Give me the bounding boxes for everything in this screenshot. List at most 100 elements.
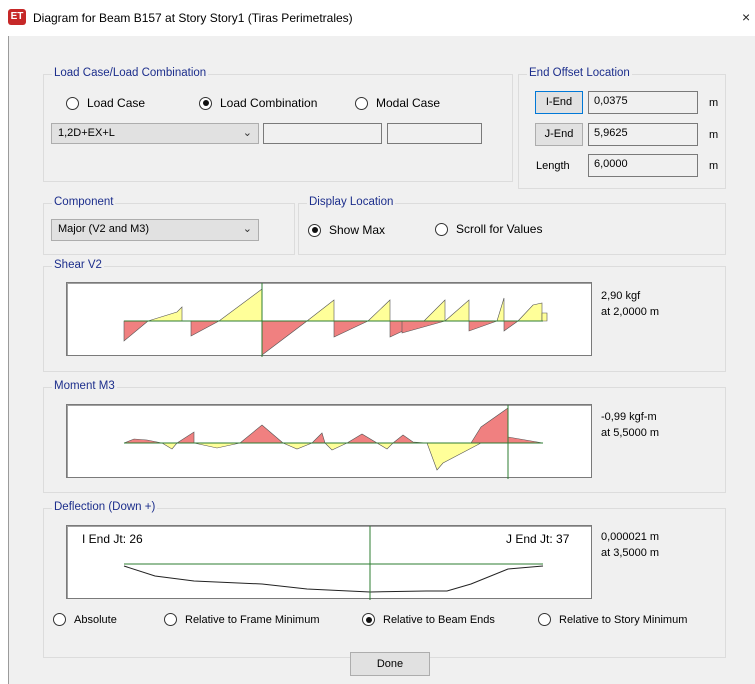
load-case-group-label: Load Case/Load Combination — [52, 67, 209, 79]
deflection-max-location: at 3,5000 m — [601, 547, 660, 559]
moment-negative-region — [345, 433, 379, 444]
shear-positive-region — [147, 306, 183, 322]
deflection-label: Deflection (Down +) — [52, 501, 158, 513]
moment-negative-region — [123, 438, 163, 444]
component-value: Major (V2 and M3) — [58, 223, 150, 235]
etabs-app-icon: ET — [8, 9, 26, 25]
shear-negative-region — [333, 320, 369, 338]
load-combination-value: 1,2D+EX+L — [58, 127, 115, 139]
j-end-value: 5,9625 — [588, 123, 698, 146]
load-combination-select[interactable]: 1,2D+EX+L ⌄ — [51, 123, 259, 144]
shear-diagram-svg — [123, 283, 548, 357]
moment-negative-region — [311, 432, 326, 444]
dialog-body: Load Case/Load Combination Load Case Loa… — [8, 36, 755, 684]
deflection-j-end-joint: J End Jt: 37 — [506, 532, 570, 546]
shear-positive-region — [541, 312, 548, 322]
radio-modal-case-label: Modal Case — [376, 96, 441, 110]
radio-show-max-label: Show Max — [329, 223, 386, 237]
radio-modal-case-indicator — [355, 96, 368, 110]
shear-negative-region — [123, 320, 149, 342]
moment-negative-region — [392, 434, 428, 444]
component-select[interactable]: Major (V2 and M3) ⌄ — [51, 219, 259, 241]
window-title: Diagram for Beam B157 at Story Story1 (T… — [33, 11, 353, 25]
radio-scroll-for-values[interactable]: Scroll for Values — [435, 222, 542, 236]
radio-relative-beam-ends-indicator — [362, 613, 375, 626]
j-end-button[interactable]: J-End — [535, 123, 583, 146]
moment-m3-label: Moment M3 — [52, 380, 117, 392]
done-button[interactable]: Done — [350, 652, 430, 676]
radio-relative-beam-ends[interactable]: Relative to Beam Ends — [362, 613, 495, 626]
radio-relative-frame-minimum-indicator — [164, 613, 177, 626]
radio-load-combination[interactable]: Load Combination — [199, 96, 317, 110]
i-end-button[interactable]: I-End — [535, 91, 583, 114]
shear-negative-region — [468, 320, 498, 332]
moment-positive-region — [282, 442, 313, 450]
shear-negative-region — [261, 320, 308, 356]
deflection-i-end-joint: I End Jt: 26 — [82, 532, 143, 546]
radio-relative-frame-minimum-label: Relative to Frame Minimum — [185, 613, 320, 626]
shear-max-location: at 2,0000 m — [601, 306, 660, 318]
shear-positive-region — [496, 297, 505, 322]
title-bar: ET Diagram for Beam B157 at Story Story1… — [0, 0, 755, 36]
shear-positive-region — [218, 288, 263, 322]
moment-negative-region — [470, 407, 544, 444]
end-offset-group-label: End Offset Location — [527, 67, 632, 79]
moment-negative-region — [175, 431, 195, 444]
radio-relative-story-minimum[interactable]: Relative to Story Minimum — [538, 613, 687, 626]
display-location-group-label: Display Location — [307, 196, 396, 208]
shear-negative-region — [401, 320, 446, 334]
radio-absolute[interactable]: Absolute — [53, 613, 117, 626]
shear-positive-region — [423, 299, 446, 322]
radio-absolute-label: Absolute — [74, 613, 117, 626]
deflection-diagram: I End Jt: 26 J End Jt: 37 — [66, 525, 592, 600]
radio-load-combination-indicator — [199, 96, 212, 110]
radio-relative-story-minimum-label: Relative to Story Minimum — [559, 613, 688, 626]
shear-positive-region — [444, 299, 470, 322]
shear-positive-region — [367, 299, 391, 322]
shear-v2-label: Shear V2 — [52, 259, 104, 271]
shear-max-value: 2,90 kgf — [601, 290, 641, 302]
i-end-value: 0,0375 — [588, 91, 698, 114]
moment-diagram — [66, 404, 592, 479]
radio-relative-story-minimum-indicator — [538, 613, 551, 626]
moment-positive-region — [160, 442, 178, 450]
radio-modal-case[interactable]: Modal Case — [355, 96, 440, 110]
shear-negative-region — [190, 320, 220, 337]
j-end-unit: m — [709, 129, 719, 141]
shear-positive-region — [517, 302, 543, 322]
radio-relative-beam-ends-label: Relative to Beam Ends — [383, 613, 495, 626]
chevron-down-icon: ⌄ — [242, 223, 252, 235]
radio-show-max-indicator — [308, 223, 321, 237]
length-label: Length — [536, 160, 570, 172]
deflection-line — [123, 565, 544, 593]
component-group-label: Component — [52, 196, 116, 208]
moment-positive-region — [193, 442, 241, 449]
length-unit: m — [709, 160, 719, 172]
shear-negative-region — [503, 320, 519, 332]
moment-max-location: at 5,5000 m — [601, 427, 660, 439]
radio-load-case[interactable]: Load Case — [66, 96, 145, 110]
moment-diagram-svg — [123, 405, 544, 479]
moment-max-value: -0,99 kgf-m — [601, 411, 657, 423]
radio-show-max[interactable]: Show Max — [308, 223, 385, 237]
moment-negative-region — [239, 424, 284, 444]
radio-load-case-indicator — [66, 96, 79, 110]
shear-diagram — [66, 282, 592, 357]
moment-positive-region — [324, 442, 348, 451]
chevron-down-icon: ⌄ — [242, 127, 252, 139]
shear-positive-region — [306, 299, 335, 322]
secondary-field-1 — [263, 123, 382, 144]
radio-absolute-indicator — [53, 613, 66, 626]
secondary-field-2 — [387, 123, 482, 144]
length-value: 6,0000 — [588, 154, 698, 177]
moment-positive-region — [426, 442, 482, 471]
radio-load-case-label: Load Case — [87, 96, 146, 110]
close-icon[interactable]: × — [742, 9, 750, 25]
i-end-unit: m — [709, 97, 719, 109]
radio-relative-frame-minimum[interactable]: Relative to Frame Minimum — [164, 613, 319, 626]
radio-scroll-for-values-label: Scroll for Values — [456, 222, 543, 236]
deflection-max-value: 0,000021 m — [601, 531, 660, 543]
moment-positive-region — [375, 442, 394, 450]
radio-load-combination-label: Load Combination — [220, 96, 318, 110]
radio-scroll-for-values-indicator — [435, 222, 448, 236]
